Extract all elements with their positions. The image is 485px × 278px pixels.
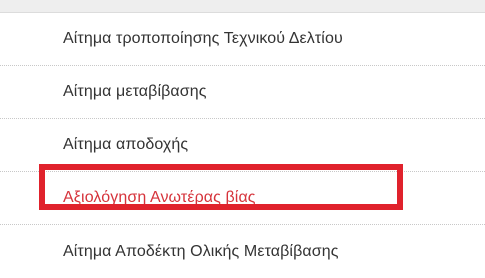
menu-item-modification-request[interactable]: Αίτημα τροποποίησης Τεχνικού Δελτίου	[0, 13, 485, 66]
top-header-strip	[0, 0, 485, 13]
menu-list: Αίτημα τροποποίησης Τεχνικού Δελτίου Αίτ…	[0, 13, 485, 278]
menu-item-label: Αξιολόγηση Ανωτέρας βίας	[63, 189, 256, 206]
menu-item-total-transfer-recipient-request[interactable]: Αίτημα Αποδέκτη Ολικής Μεταβίβασης	[0, 225, 485, 278]
menu-item-label: Αίτημα Αποδέκτη Ολικής Μεταβίβασης	[63, 242, 339, 260]
menu-item-label: Αίτημα τροποποίησης Τεχνικού Δελτίου	[63, 30, 343, 47]
menu-item-acceptance-request[interactable]: Αίτημα αποδοχής	[0, 119, 485, 172]
menu-item-transfer-request[interactable]: Αίτημα μεταβίβασης	[0, 66, 485, 119]
menu-item-force-majeure-evaluation[interactable]: Αξιολόγηση Ανωτέρας βίας	[0, 172, 485, 225]
menu-item-label: Αίτημα μεταβίβασης	[63, 83, 207, 100]
menu-item-label: Αίτημα αποδοχής	[63, 136, 189, 153]
